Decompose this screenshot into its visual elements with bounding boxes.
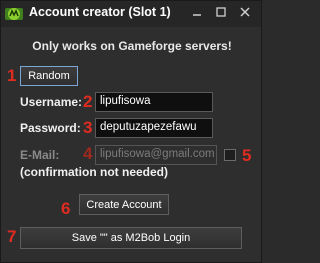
random-button[interactable]: Random [20,66,78,86]
close-button[interactable] [234,3,256,21]
marker-1: 1 [7,66,17,85]
title-bar[interactable]: Account creator (Slot 1) [1,1,261,27]
minimize-button[interactable] [186,3,208,21]
email-checkbox[interactable] [224,149,236,161]
password-field[interactable]: deputuzapezefawu [95,118,213,138]
maximize-icon [216,7,226,17]
save-login-button[interactable]: Save "" as M2Bob Login [20,227,242,249]
marker-5: 5 [242,146,252,165]
marker-2: 2 [83,92,93,111]
email-label: E-Mail: [20,148,60,162]
email-field[interactable]: lipufisowa@gmail.com [95,145,217,165]
marker-4: 4 [83,144,93,163]
window-title: Account creator (Slot 1) [29,5,171,19]
marker-6: 6 [61,199,71,218]
close-icon [240,7,250,17]
minimize-icon [193,14,201,16]
confirmation-note: (confirmation not needed) [20,165,168,179]
m2bob-app-icon [5,8,23,20]
marker-3: 3 [83,118,93,137]
marker-7: 7 [7,227,17,246]
username-label: Username: [20,95,83,109]
password-label: Password: [20,121,81,135]
gameforge-notice: Only works on Gameforge servers! [32,39,232,53]
account-creator-window: Account creator (Slot 1) Only works on G… [0,0,262,263]
username-field[interactable]: lipufisowa [95,92,213,112]
create-account-button[interactable]: Create Account [79,194,169,215]
maximize-button[interactable] [210,3,232,21]
